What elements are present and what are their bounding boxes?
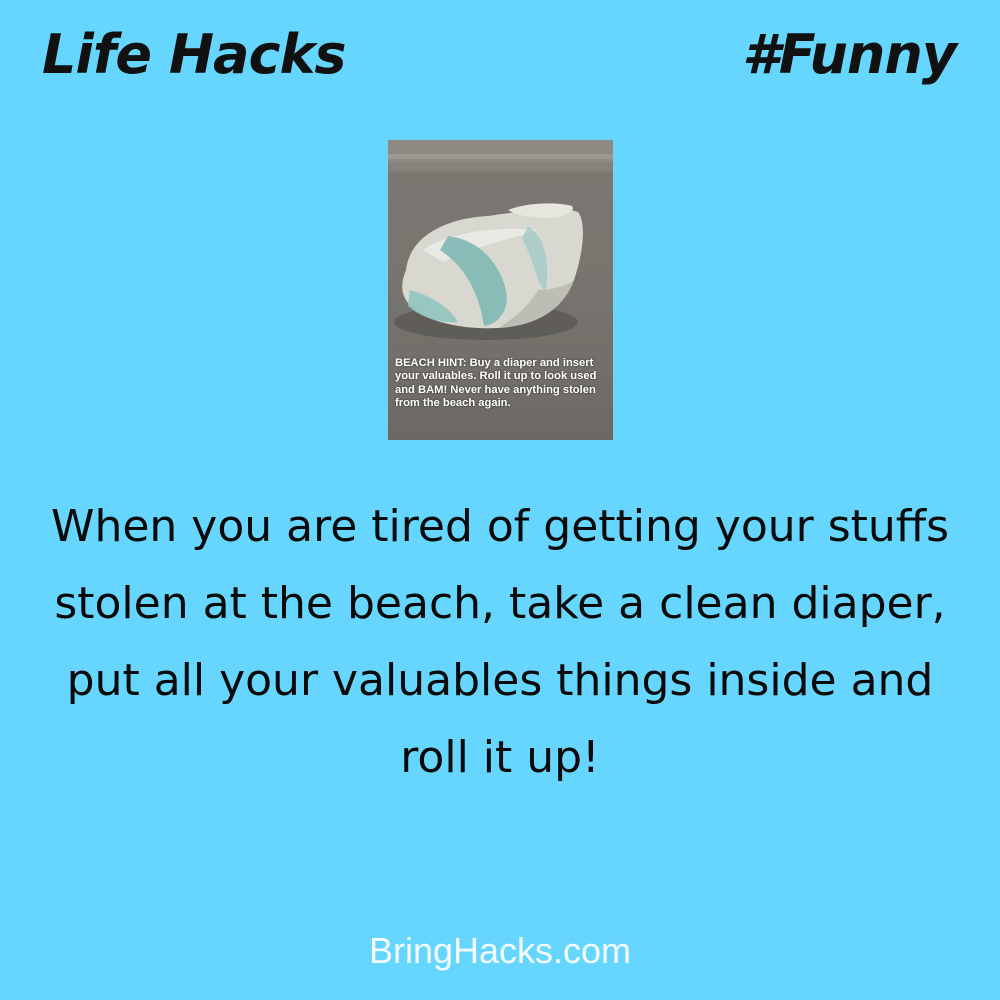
- site-watermark: BringHacks.com: [368, 930, 632, 971]
- funny-hashtag: #Funny: [742, 23, 957, 86]
- meme-card: Life Hacks #Funny BEACH HINT: Buy a diap…: [0, 0, 1000, 1000]
- beach-diaper-photo: BEACH HINT: Buy a diaper and insert your…: [388, 140, 613, 440]
- hack-description: When you are tired of getting your stuff…: [50, 501, 950, 783]
- photo-caption: BEACH HINT: Buy a diaper and insert your…: [395, 357, 597, 410]
- life-hacks-title: Life Hacks: [42, 23, 347, 86]
